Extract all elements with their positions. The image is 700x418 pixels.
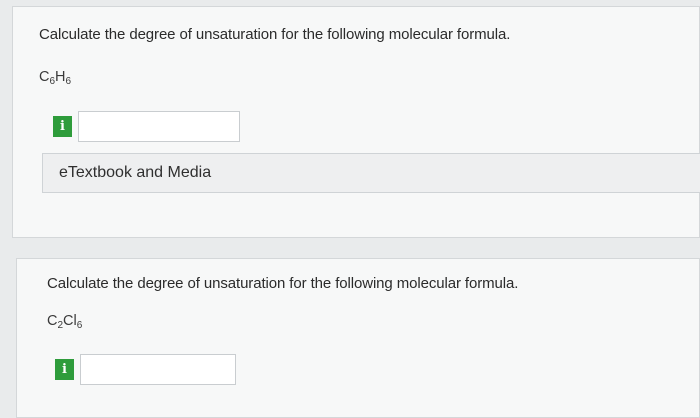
info-icon[interactable]: i — [55, 359, 74, 380]
etextbook-media-button[interactable]: eTextbook and Media — [42, 153, 700, 193]
answer-input[interactable] — [80, 354, 236, 385]
formula-element: C — [39, 69, 50, 85]
formula-subscript: 6 — [76, 320, 83, 331]
formula-element: Cl — [63, 313, 77, 329]
formula-subscript: 6 — [65, 76, 72, 87]
question-prompt: Calculate the degree of unsaturation for… — [47, 275, 519, 292]
formula-element: C — [47, 313, 58, 329]
question-prompt: Calculate the degree of unsaturation for… — [39, 26, 511, 43]
info-icon[interactable]: i — [53, 116, 72, 137]
question-card-1: Calculate the degree of unsaturation for… — [12, 6, 700, 238]
answer-input[interactable] — [78, 111, 240, 142]
molecular-formula: C2Cl6 — [47, 313, 82, 331]
question-card-2: Calculate the degree of unsaturation for… — [16, 258, 700, 418]
answer-row: i — [55, 354, 236, 385]
formula-element: H — [55, 69, 66, 85]
etextbook-media-label: eTextbook and Media — [59, 164, 212, 181]
answer-row: i — [53, 111, 240, 142]
molecular-formula: C6H6 — [39, 69, 71, 87]
